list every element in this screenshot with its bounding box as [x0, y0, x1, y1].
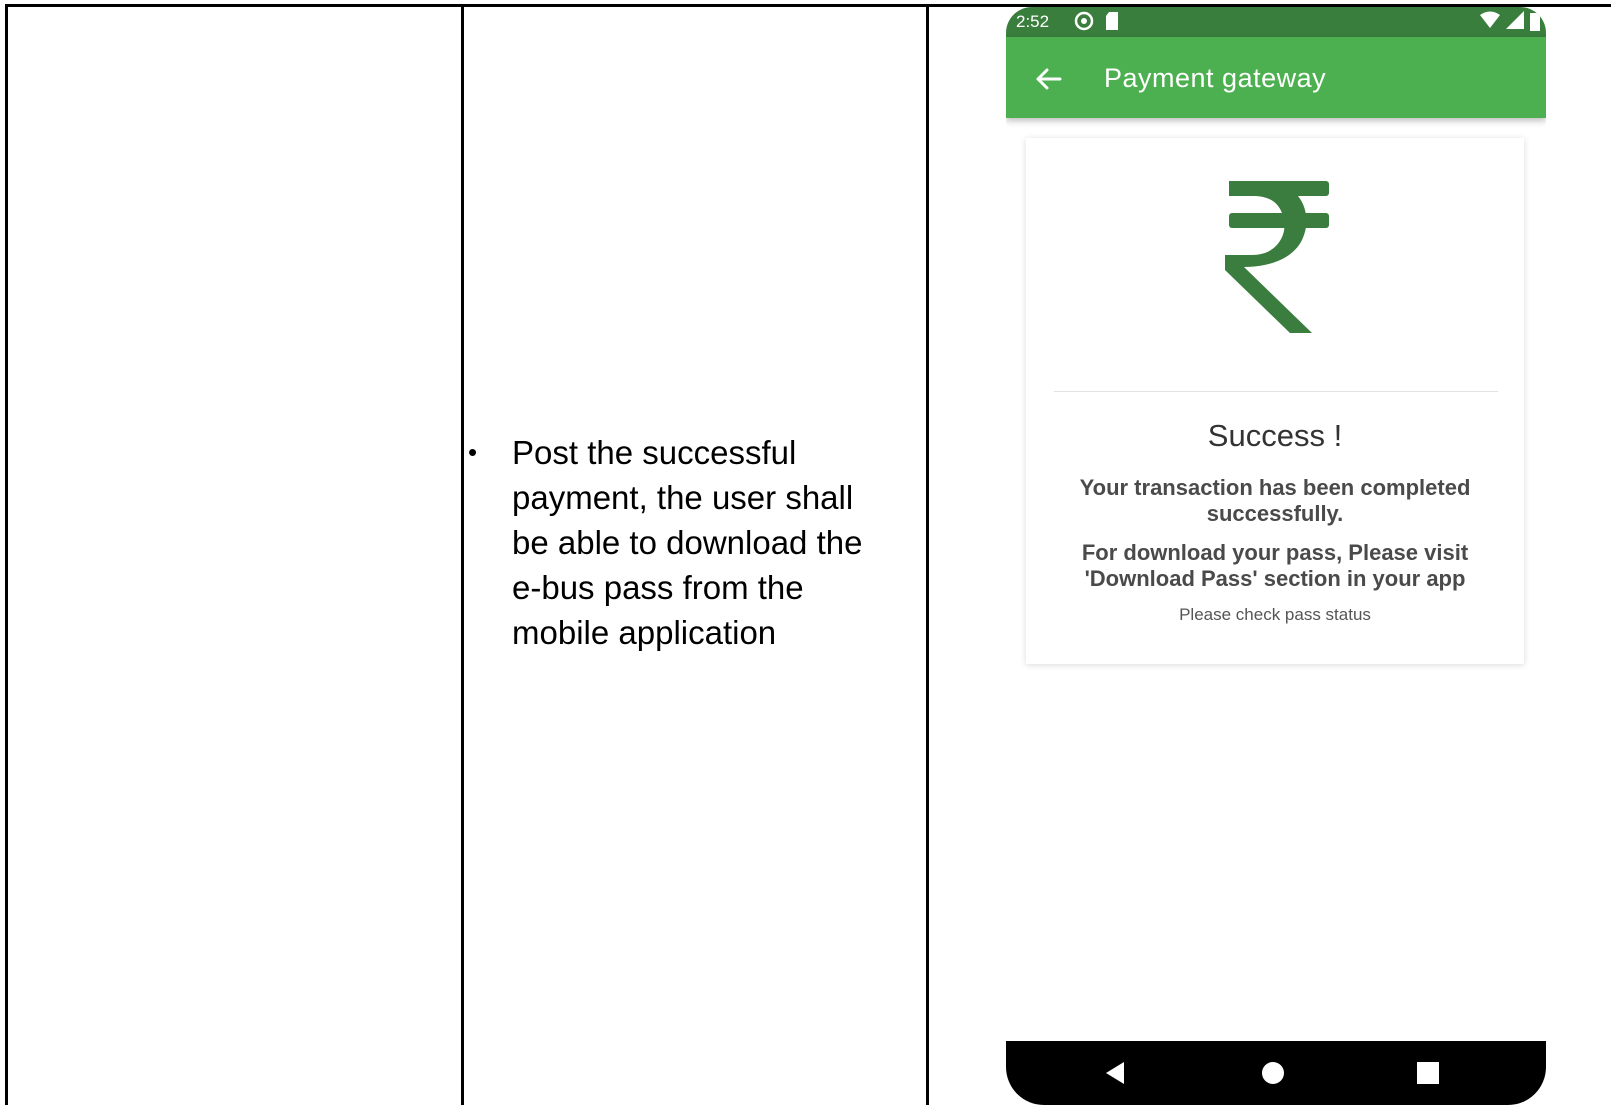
arrow-left-icon [1036, 68, 1062, 90]
bullet-marker: • [468, 437, 478, 467]
status-bar: 2:52 [1006, 7, 1546, 37]
phone-screen: 2:52 Payment gateway Success ! Your tran… [1006, 7, 1546, 1105]
signal-icon [1506, 11, 1524, 29]
pass-status-note: Please check pass status [1179, 605, 1371, 624]
page-title: Payment gateway [1104, 63, 1327, 93]
table-left-border [5, 4, 8, 1105]
payment-success-card: Success ! Your transaction has been comp… [1026, 138, 1524, 664]
circle-home-icon[interactable] [1259, 1059, 1287, 1087]
navigation-bar [1006, 1041, 1546, 1105]
wifi-icon [1480, 11, 1500, 28]
triangle-back-icon[interactable] [1102, 1059, 1130, 1087]
sync-icon [1074, 11, 1094, 31]
success-title: Success ! [1207, 418, 1343, 453]
download-instructions: For download your pass, Please visit 'Do… [1081, 540, 1469, 591]
card-divider [1054, 391, 1498, 392]
table-column-divider-1 [461, 4, 464, 1105]
app-bar: Payment gateway [1006, 37, 1546, 118]
back-button[interactable] [1028, 59, 1068, 99]
battery-icon [1530, 13, 1540, 31]
transaction-message: Your transaction has been completed succ… [1079, 475, 1471, 526]
description-text: Post the successful payment, the user sh… [512, 434, 863, 651]
square-recents-icon[interactable] [1414, 1059, 1442, 1087]
rupee-icon [1225, 181, 1329, 333]
table-column-divider-2 [926, 4, 929, 1105]
status-time: 2:52 [1016, 12, 1050, 31]
sd-card-icon [1106, 12, 1118, 30]
